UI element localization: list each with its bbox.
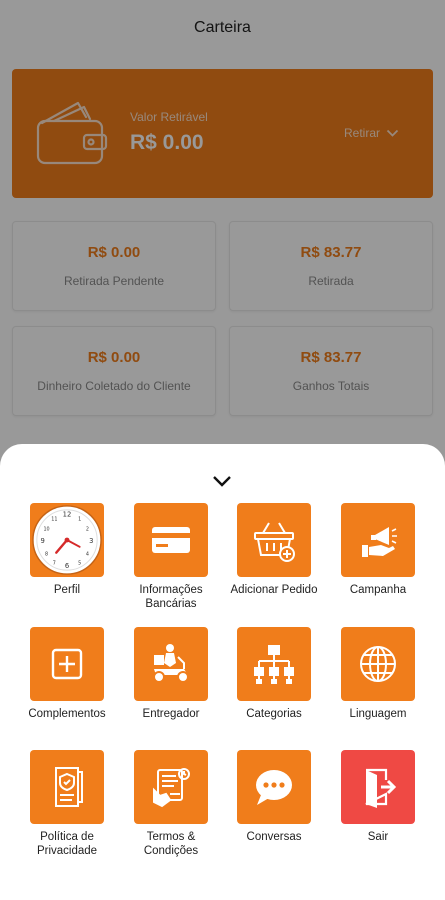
menu-item-label: Política de Privacidade	[36, 831, 98, 857]
menu-item-label: Termos & Condições	[143, 831, 199, 857]
svg-text:5: 5	[78, 560, 81, 566]
svg-text:8: 8	[45, 552, 48, 558]
menu-item-label: Sair	[367, 831, 389, 843]
svg-text:10: 10	[43, 526, 49, 532]
menu-item-profile[interactable]: 12 3 6 9 12 45 78 10 11 Perfil	[15, 503, 119, 597]
svg-text:1: 1	[78, 517, 81, 523]
menu-item-logout[interactable]: Sair	[326, 750, 430, 844]
privacy-shield-icon	[55, 767, 83, 807]
menu-item-icon-box	[341, 627, 415, 701]
campaign-icon	[362, 527, 397, 557]
plus-square-icon	[51, 648, 83, 680]
basket-add-icon	[254, 522, 295, 562]
menu-item-conversations[interactable]: Conversas	[222, 750, 326, 844]
menu-item-campaign[interactable]: Campanha	[326, 503, 430, 597]
menu-item-icon-box	[134, 627, 208, 701]
terms-contract-icon	[153, 768, 190, 808]
svg-text:11: 11	[51, 517, 57, 523]
svg-text:12: 12	[63, 511, 72, 519]
svg-text:3: 3	[89, 537, 93, 545]
delivery-scooter-icon	[153, 644, 189, 683]
menu-item-label: Adicionar Pedido	[230, 584, 318, 596]
menu-item-terms[interactable]: Termos & Condições	[119, 750, 223, 858]
menu-item-icon-box	[30, 627, 104, 701]
menu-item-label: Categorias	[246, 708, 302, 720]
menu-item-label: Complementos	[28, 708, 106, 720]
menu-item-language[interactable]: Linguagem	[326, 627, 430, 721]
menu-item-bank-info[interactable]: Informações Bancárias	[119, 503, 223, 611]
menu-item-label: Informações Bancárias	[139, 584, 203, 610]
svg-text:4: 4	[86, 552, 89, 558]
clock-icon: 12369 12 45 78 1011	[32, 505, 102, 575]
menu-item-label: Perfil	[53, 584, 81, 596]
menu-item-icon-box	[134, 750, 208, 824]
chevron-down-icon[interactable]	[211, 474, 233, 488]
menu-item-icon-box	[341, 750, 415, 824]
globe-icon	[360, 646, 396, 682]
menu-item-label: Conversas	[246, 831, 302, 843]
menu-item-add-order[interactable]: Adicionar Pedido	[222, 503, 326, 597]
hierarchy-icon	[254, 645, 294, 684]
menu-item-icon-box	[237, 627, 311, 701]
menu-item-label: Entregador	[142, 708, 200, 720]
svg-text:2: 2	[86, 526, 89, 532]
menu-item-privacy-policy[interactable]: Política de Privacidade	[15, 750, 119, 858]
menu-item-categories[interactable]: Categorias	[222, 627, 326, 721]
menu-item-icon-box: 12 3 6 9 12 45 78 10 11	[30, 503, 104, 577]
menu-bottom-sheet: 12 3 6 9 12 45 78 10 11 Perfil Informações B…	[0, 444, 445, 900]
menu-item-icon-box	[237, 503, 311, 577]
menu-item-label: Campanha	[349, 584, 407, 596]
svg-text:6: 6	[65, 562, 69, 570]
svg-text:7: 7	[53, 560, 56, 566]
menu-item-icon-box	[237, 750, 311, 824]
menu-item-icon-box	[341, 503, 415, 577]
menu-item-icon-box	[134, 503, 208, 577]
logout-door-icon	[365, 768, 397, 808]
menu-item-label: Linguagem	[349, 708, 407, 720]
chat-bubble-icon	[256, 770, 292, 805]
menu-item-icon-box	[30, 750, 104, 824]
credit-card-icon	[152, 527, 190, 553]
menu-item-addons[interactable]: Complementos	[15, 627, 119, 721]
svg-text:9: 9	[41, 537, 45, 545]
menu-item-delivery-person[interactable]: Entregador	[119, 627, 223, 721]
